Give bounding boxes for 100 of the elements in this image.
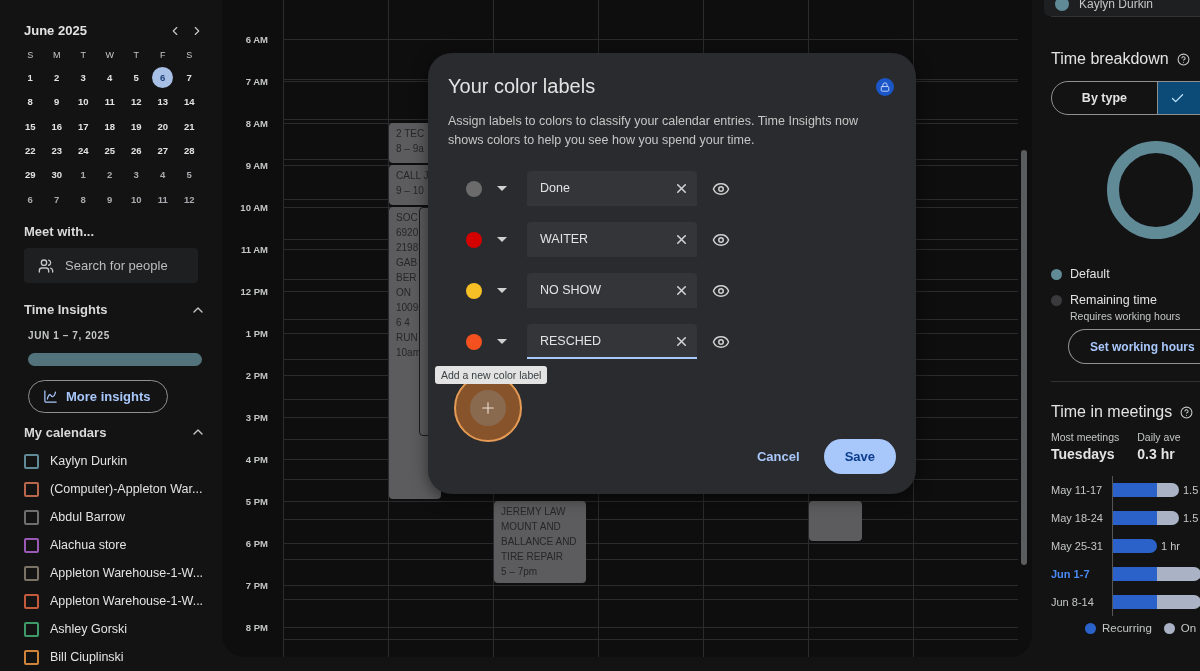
color-dot[interactable] xyxy=(466,333,482,350)
caret-icon[interactable] xyxy=(497,338,507,345)
calendar-day[interactable]: 28 xyxy=(178,140,200,162)
calendar-day[interactable]: 8 xyxy=(72,188,94,210)
calendar-checkbox[interactable] xyxy=(24,565,39,581)
calendar-day[interactable]: 4 xyxy=(152,164,174,186)
cancel-button[interactable]: Cancel xyxy=(751,439,806,474)
add-label-button[interactable] xyxy=(470,390,506,426)
calendar-checkbox[interactable] xyxy=(24,509,39,525)
calendar-day[interactable]: 14 xyxy=(178,91,200,113)
bar-reading: 1.5 xyxy=(1183,512,1199,524)
people-icon xyxy=(38,257,54,274)
calendar-checkbox[interactable] xyxy=(24,621,39,637)
calendar-day[interactable]: 24 xyxy=(72,140,94,162)
clear-icon[interactable] xyxy=(674,232,689,247)
label-field[interactable]: WAITER xyxy=(527,222,697,257)
label-field[interactable]: NO SHOW xyxy=(527,273,697,308)
calendar-checkbox[interactable] xyxy=(24,481,39,497)
calendar-day[interactable]: 30 xyxy=(46,164,68,186)
calendar-name[interactable]: Ashley Gorski xyxy=(50,622,128,636)
clear-icon[interactable] xyxy=(674,334,689,349)
clear-icon[interactable] xyxy=(674,181,689,196)
label-field[interactable]: Done xyxy=(527,171,697,206)
calendar-name[interactable]: Abdul Barrow xyxy=(50,510,126,524)
hour-label: 7 AM xyxy=(244,76,269,89)
calendar-day[interactable]: 4 xyxy=(99,67,121,88)
calendar-day[interactable]: 19 xyxy=(125,115,147,137)
calendar-day[interactable]: 18 xyxy=(99,115,121,137)
calendar-checkbox[interactable] xyxy=(24,537,39,553)
calendar-day[interactable]: 12 xyxy=(125,91,147,113)
color-dot[interactable] xyxy=(466,282,482,299)
calendar-card[interactable]: Kaylyn Durkin xyxy=(1044,0,1200,16)
calendar-day[interactable]: 13 xyxy=(152,91,174,113)
weekday-label: M xyxy=(52,49,62,63)
calendar-checkbox[interactable] xyxy=(24,649,39,665)
calendar-day[interactable]: 10 xyxy=(125,188,147,210)
calendar-day[interactable]: 2 xyxy=(46,67,68,88)
color-dot[interactable] xyxy=(466,231,482,248)
legend-label: Default xyxy=(1070,267,1110,281)
calendar-day[interactable]: 15 xyxy=(19,115,41,137)
clear-icon[interactable] xyxy=(674,283,689,298)
calendar-day[interactable]: 12 xyxy=(178,188,200,210)
calendar-day[interactable]: 5 xyxy=(178,164,200,186)
calendar-name[interactable]: Alachua store xyxy=(50,538,127,552)
calendar-day[interactable]: 22 xyxy=(19,140,41,162)
calendar-day[interactable]: 29 xyxy=(19,164,41,186)
calendar-name[interactable]: (Computer)-Appleton War... xyxy=(50,482,203,496)
caret-icon[interactable] xyxy=(497,185,507,192)
panel-title: Time breakdown xyxy=(1051,50,1169,68)
calendar-day[interactable]: 3 xyxy=(125,164,147,186)
calendar-day[interactable]: 17 xyxy=(72,115,94,137)
calendar-day[interactable]: 2 xyxy=(99,164,121,186)
bar-drawing xyxy=(1113,511,1179,525)
help-icon[interactable] xyxy=(1180,405,1194,419)
search-field[interactable]: Search for people xyxy=(24,247,198,283)
stat-value: 0.3 hr xyxy=(1137,446,1176,462)
section-title: Time Insights xyxy=(24,302,108,318)
calendar-day[interactable]: 6 xyxy=(152,67,174,88)
calendar-day[interactable]: 25 xyxy=(99,140,121,162)
calendar-name[interactable]: Kaylyn Durkin xyxy=(50,454,128,468)
weekday-label: T xyxy=(132,49,140,63)
color-dot[interactable] xyxy=(466,180,482,197)
calendar-day[interactable]: 1 xyxy=(19,67,41,88)
hour-label: 10 AM xyxy=(239,202,269,215)
scrollbar[interactable] xyxy=(1021,150,1027,565)
caret-icon[interactable] xyxy=(497,236,507,243)
calendar-day[interactable]: 16 xyxy=(46,115,68,137)
help-icon[interactable] xyxy=(1176,52,1190,66)
calendar-day[interactable]: 6 xyxy=(19,188,41,210)
hour-label: 5 PM xyxy=(244,496,269,509)
save-button[interactable]: Save xyxy=(823,439,896,474)
month-title: June 2025 xyxy=(24,23,87,39)
calendar-day[interactable]: 9 xyxy=(99,188,121,210)
caret-icon[interactable] xyxy=(497,287,507,294)
hour-label: 1 PM xyxy=(244,328,269,341)
calendar-day[interactable]: 9 xyxy=(46,91,68,113)
legend-label: Recurring xyxy=(1102,622,1152,634)
calendar-name[interactable]: Appleton Warehouse-1-W... xyxy=(50,566,204,580)
label-field[interactable]: RESCHED xyxy=(527,324,697,359)
calendar-day[interactable]: 26 xyxy=(125,140,147,162)
calendar-day[interactable]: 1 xyxy=(72,164,94,186)
calendar-day[interactable]: 8 xyxy=(19,91,41,113)
calendar-day[interactable]: 21 xyxy=(178,115,200,137)
calendar-day[interactable]: 23 xyxy=(46,140,68,162)
calendar-day[interactable]: 27 xyxy=(152,140,174,162)
calendar-name[interactable]: Bill Ciuplinski xyxy=(50,650,124,664)
calendar-day[interactable]: 5 xyxy=(125,67,147,88)
event-text: ON xyxy=(396,286,412,300)
calendar-day[interactable]: 7 xyxy=(46,188,68,210)
calendar-day[interactable]: 3 xyxy=(72,67,94,88)
calendar-day[interactable]: 7 xyxy=(178,67,200,88)
calendar-name[interactable]: Appleton Warehouse-1-W... xyxy=(50,594,204,608)
calendar-day[interactable]: 11 xyxy=(152,188,174,210)
hour-label: 3 PM xyxy=(244,412,269,425)
bar-reading: 1 hr xyxy=(1161,540,1180,552)
calendar-day[interactable]: 11 xyxy=(99,91,121,113)
calendar-checkbox[interactable] xyxy=(24,453,39,469)
calendar-checkbox[interactable] xyxy=(24,593,39,609)
calendar-day[interactable]: 10 xyxy=(72,91,94,113)
calendar-day[interactable]: 20 xyxy=(152,115,174,137)
